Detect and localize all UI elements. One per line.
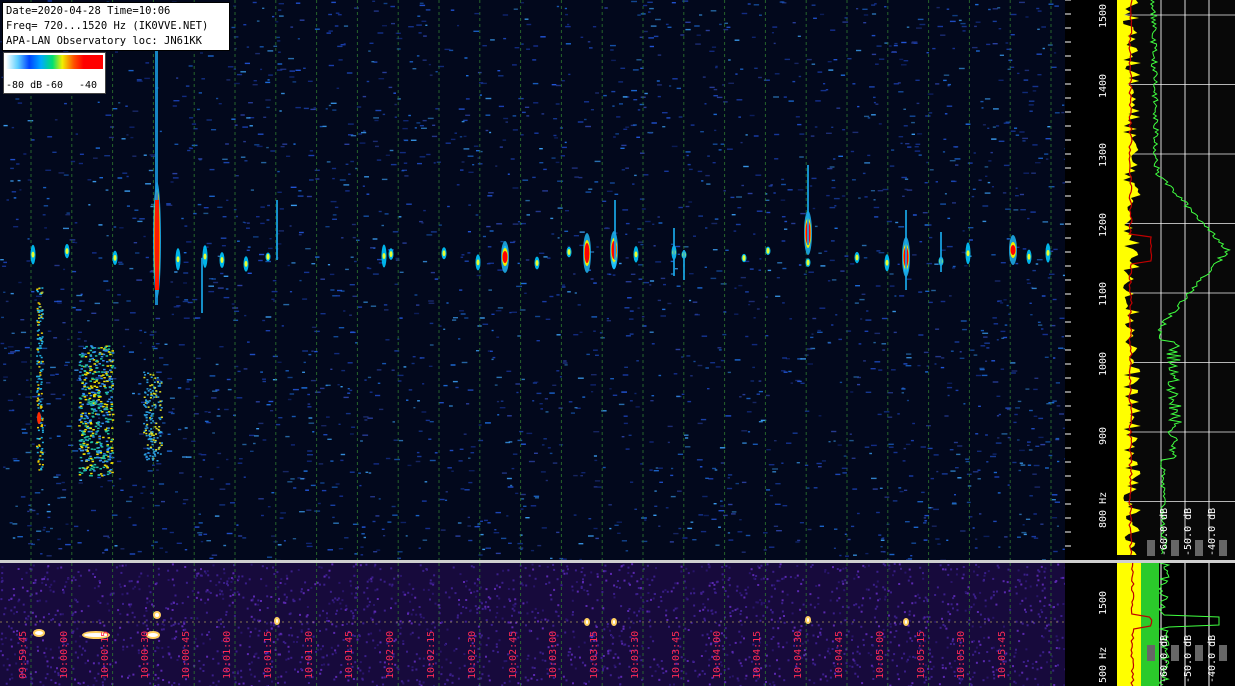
db-label-60: -60.0 dB — [1159, 507, 1170, 556]
waterfall-main — [0, 0, 1065, 560]
legend-label-min: -80 dB — [6, 80, 43, 91]
time-label: 09:59:45 — [18, 630, 29, 679]
time-label: 10:03:15 — [589, 630, 601, 679]
time-label: 10:05:00 — [874, 630, 886, 679]
freq-label-900: 900 — [1098, 426, 1109, 445]
color-scale-legend: -80 dB -60 -40 — [3, 52, 106, 94]
time-label: 10:04:15 — [752, 630, 764, 679]
time-label: 10:01:45 — [344, 630, 356, 679]
time-label: 10:05:15 — [915, 630, 927, 679]
info-box: Date=2020-04-28 Time=10:06 Freq= 720...1… — [2, 2, 230, 51]
freq-label-800: 800 Hz — [1098, 491, 1109, 528]
time-label: 10:04:30 — [793, 630, 805, 679]
freq-label-1400: 1400 — [1098, 73, 1109, 98]
time-label: 10:02:00 — [385, 630, 397, 679]
freq-label-1200: 1200 — [1098, 212, 1109, 237]
spectrum-frame — [1065, 0, 1235, 560]
time-label: 10:03:45 — [670, 630, 682, 679]
freq-label-1000: 1000 — [1098, 351, 1109, 376]
time-label: 10:01:15 — [262, 630, 274, 679]
time-label: 10:02:30 — [466, 630, 478, 679]
info-date-time: Date=2020-04-28 Time=10:06 — [6, 5, 171, 17]
freq-label-1300: 1300 — [1098, 142, 1109, 167]
color-scale-bar — [6, 55, 103, 69]
db-label-bottom-40: -40.0 dB — [1207, 634, 1218, 683]
time-label: 10:01:00 — [222, 630, 233, 679]
info-frequency: Freq= 720...1520 Hz (IK0VVE.NET) — [6, 20, 209, 32]
time-label: 10:01:30 — [303, 630, 315, 679]
time-label: 10:02:15 — [426, 630, 437, 679]
freq-label-1100: 1100 — [1098, 281, 1109, 306]
time-label: 10:02:45 — [507, 630, 519, 679]
freq-label-bottom-500: 500 Hz — [1098, 646, 1109, 683]
time-label: 10:00:15 — [99, 630, 111, 679]
time-label: 10:00:45 — [181, 630, 193, 679]
time-label: 10:00:00 — [58, 630, 70, 679]
time-label: 10:05:30 — [956, 630, 968, 679]
legend-label-max: -40 — [79, 80, 98, 91]
db-label-40: -40.0 dB — [1207, 507, 1218, 556]
legend-label-mid: -60 — [45, 80, 64, 91]
info-observatory: APA-LAN Observatory loc: JN61KK — [6, 35, 202, 47]
time-label: 10:05:45 — [997, 630, 1009, 679]
time-label: 10:04:00 — [711, 630, 723, 679]
freq-label-1500: 1500 — [1098, 3, 1109, 28]
time-label: 10:03:00 — [548, 630, 560, 679]
freq-label-bottom-1500: 1500 — [1098, 590, 1109, 615]
spectrum-panel-overview: 1500 500 Hz -60.0 dB -50.0 dB -40.0 dB — [1065, 563, 1235, 686]
spectrum-panel: 1500 1400 1300 1200 1100 1000 900 800 Hz… — [1065, 0, 1235, 560]
db-label-bottom-50: -50.0 dB — [1183, 634, 1194, 683]
db-label-50: -50.0 dB — [1183, 507, 1194, 556]
time-label: 10:03:30 — [630, 630, 641, 679]
time-label: 10:04:45 — [834, 630, 845, 679]
time-axis: 09:59:45 10:00:00 10:00:15 10:00:30 10:00:45… — [0, 563, 1065, 686]
time-label: 10:00:30 — [140, 630, 152, 679]
db-label-bottom-60: -60.0 dB — [1159, 634, 1170, 683]
